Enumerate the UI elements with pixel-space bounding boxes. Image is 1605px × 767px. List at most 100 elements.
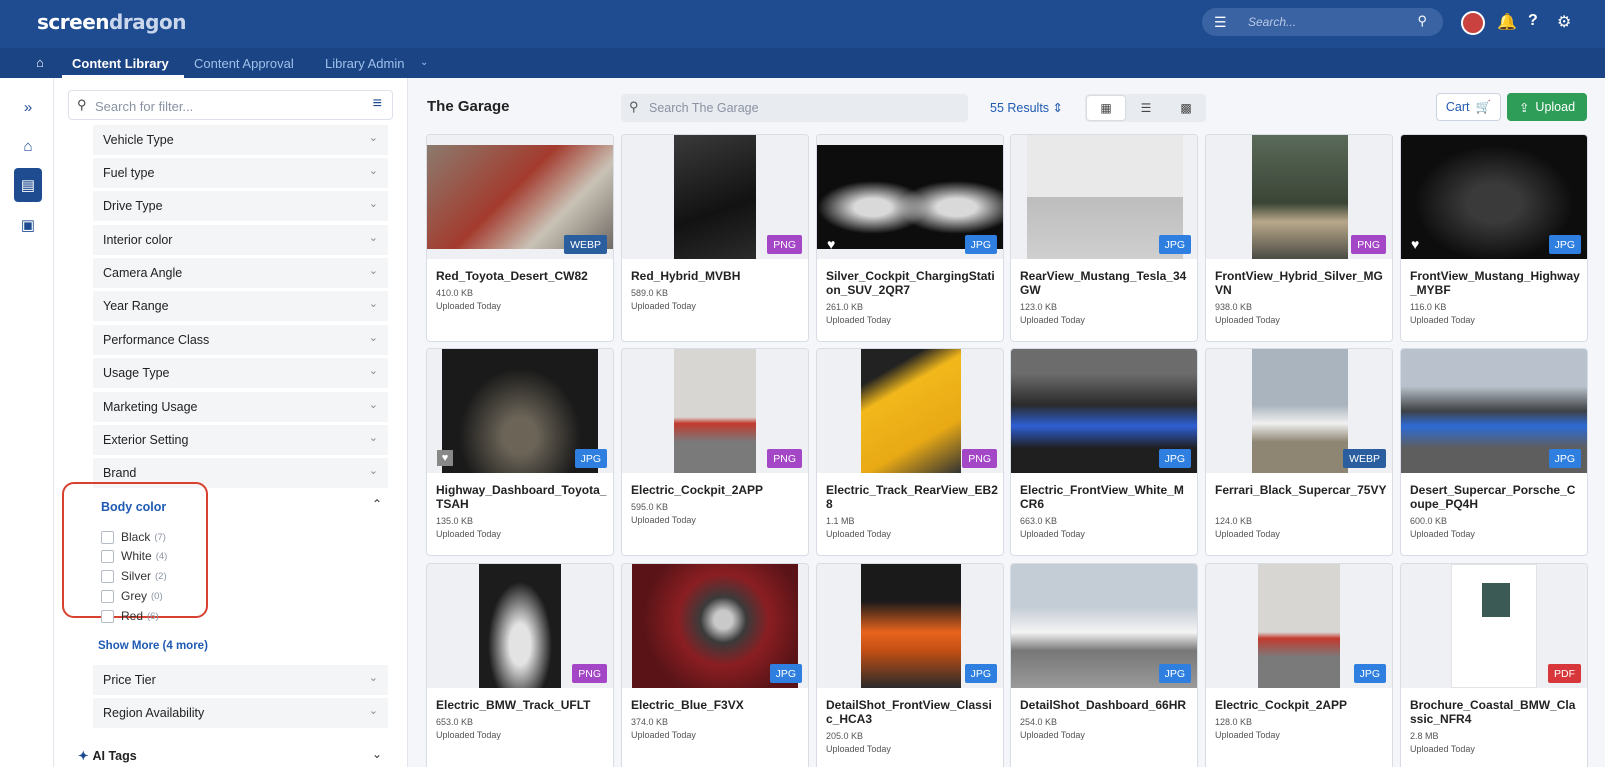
filter-group-label: Marketing Usage [103, 400, 198, 414]
checkbox[interactable] [101, 530, 114, 544]
filter-option[interactable]: Grey (0) [101, 588, 163, 604]
asset-card[interactable]: JPG RearView_Mustang_Tesla_34GW 123.0 KB… [1010, 134, 1198, 342]
filter-group[interactable]: Region Availability ⌄ [93, 698, 388, 728]
filter-group[interactable]: Exterior Setting ⌄ [93, 425, 388, 455]
asset-title[interactable]: FrontView_Hybrid_Silver_MGVN [1215, 269, 1387, 297]
asset-size: 254.0 KB [1020, 717, 1058, 727]
results-sort-toggle[interactable]: 55 Results ⇕ [990, 100, 1063, 115]
asset-card[interactable]: JPG DetailShot_FrontView_Classic_HCA3 20… [816, 563, 1004, 767]
home-icon[interactable]: ⌂ [36, 55, 44, 70]
grid-view-icon[interactable]: ▦ [1087, 96, 1125, 120]
tab-library-admin[interactable]: Library Admin [325, 56, 404, 71]
filter-option[interactable]: Red (6) [101, 608, 159, 624]
asset-title[interactable]: Electric_Cockpit_2APP [1215, 698, 1387, 712]
asset-card[interactable]: JPG Electric_Cockpit_2APP 128.0 KB Uploa… [1205, 563, 1393, 767]
option-label: Red [121, 609, 144, 623]
asset-title[interactable]: DetailShot_Dashboard_66HR [1020, 698, 1192, 712]
filter-group[interactable]: Marketing Usage ⌄ [93, 392, 388, 422]
asset-title[interactable]: Electric_FrontView_White_MCR6 [1020, 483, 1192, 511]
chevron-up-icon[interactable]: ⌃ [372, 497, 382, 511]
expand-icon[interactable]: » [15, 94, 41, 120]
show-more-link[interactable]: Show More (4 more) [98, 640, 208, 652]
chevron-down-icon[interactable]: ⌄ [372, 747, 382, 761]
garage-search-placeholder[interactable]: Search The Garage [649, 101, 759, 115]
heart-icon[interactable]: ♥ [1411, 236, 1419, 252]
filter-group[interactable]: Interior color ⌄ [93, 225, 388, 255]
tab-content-library[interactable]: Content Library [72, 56, 169, 71]
filter-group[interactable]: Price Tier ⌄ [93, 665, 388, 695]
filter-group[interactable]: Performance Class ⌄ [93, 325, 388, 355]
global-search[interactable]: ☰ Search... ⚲ [1202, 8, 1443, 36]
checkbox[interactable] [101, 609, 114, 623]
filter-list-icon[interactable]: ≡ [373, 95, 382, 113]
chevron-down-icon[interactable]: ⌄ [420, 57, 428, 68]
asset-title[interactable]: Electric_Blue_F3VX [631, 698, 803, 712]
chevron-down-icon: ⌄ [368, 705, 378, 717]
asset-title[interactable]: Desert_Supercar_Porsche_Coupe_PQ4H [1410, 483, 1582, 511]
checkbox[interactable] [101, 549, 114, 563]
asset-title[interactable]: DetailShot_FrontView_Classic_HCA3 [826, 698, 998, 726]
filter-group[interactable]: Fuel type ⌄ [93, 158, 388, 188]
asset-card[interactable]: WEBP Red_Toyota_Desert_CW82 410.0 KB Upl… [426, 134, 614, 342]
asset-card[interactable]: PNG Red_Hybrid_MVBH 589.0 KB Uploaded To… [621, 134, 809, 342]
filter-group[interactable]: Usage Type ⌄ [93, 358, 388, 388]
filter-group[interactable]: Vehicle Type ⌄ [93, 125, 388, 155]
asset-title[interactable]: Electric_BMW_Track_UFLT [436, 698, 608, 712]
gear-icon[interactable]: ⚙ [1557, 12, 1571, 32]
menu-icon[interactable]: ☰ [1214, 14, 1227, 31]
list-view-icon[interactable]: ☰ [1127, 96, 1165, 120]
tab-content-approval[interactable]: Content Approval [194, 56, 294, 71]
asset-title[interactable]: Brochure_Coastal_BMW_Classic_NFR4 [1410, 698, 1582, 726]
asset-card[interactable]: PNG Electric_Cockpit_2APP 595.0 KB Uploa… [621, 348, 809, 556]
asset-card[interactable]: JPG Electric_Blue_F3VX 374.0 KB Uploaded… [621, 563, 809, 767]
filter-option[interactable]: White (4) [101, 548, 167, 564]
cart-button[interactable]: Cart 🛒 [1436, 93, 1501, 121]
asset-title[interactable]: Ferrari_Black_Supercar_75VY [1215, 483, 1387, 497]
bell-icon[interactable]: 🔔 [1497, 12, 1517, 32]
asset-title[interactable]: Red_Toyota_Desert_CW82 [436, 269, 608, 283]
upload-button[interactable]: ⇪ Upload [1507, 93, 1587, 121]
asset-title[interactable]: Silver_Cockpit_ChargingStation_SUV_2QR7 [826, 269, 998, 297]
asset-title[interactable]: Highway_Dashboard_Toyota_TSAH [436, 483, 608, 511]
filter-group[interactable]: Year Range ⌄ [93, 291, 388, 321]
tile-view-icon[interactable]: ▩ [1167, 96, 1205, 120]
ai-tags-section[interactable]: ✦ AI Tags [78, 748, 137, 763]
asset-title[interactable]: Red_Hybrid_MVBH [631, 269, 803, 283]
filter-group[interactable]: Drive Type ⌄ [93, 191, 388, 221]
asset-card[interactable]: ♥ JPG FrontView_Mustang_Highway_MYBF 116… [1400, 134, 1588, 342]
asset-card[interactable]: PNG Electric_BMW_Track_UFLT 653.0 KB Upl… [426, 563, 614, 767]
asset-title[interactable]: RearView_Mustang_Tesla_34GW [1020, 269, 1192, 297]
chevron-down-icon: ⌄ [368, 298, 378, 310]
filter-group[interactable]: Camera Angle ⌄ [93, 258, 388, 288]
garage-search-input[interactable]: ⚲ Search The Garage [621, 94, 968, 122]
library-icon[interactable]: ▤ [14, 168, 42, 202]
search-icon[interactable]: ⚲ [1417, 13, 1427, 29]
heart-icon[interactable]: ♥ [437, 450, 453, 466]
global-search-placeholder[interactable]: Search... [1248, 15, 1296, 29]
help-icon[interactable]: ? [1528, 12, 1538, 30]
asset-card[interactable]: ♥ JPG Silver_Cockpit_ChargingStation_SUV… [816, 134, 1004, 342]
filter-option[interactable]: Silver (2) [101, 568, 167, 584]
asset-title[interactable]: FrontView_Mustang_Highway_MYBF [1410, 269, 1582, 297]
asset-card[interactable]: PDF Brochure_Coastal_BMW_Classic_NFR4 2.… [1400, 563, 1588, 767]
asset-card[interactable]: PNG FrontView_Hybrid_Silver_MGVN 938.0 K… [1205, 134, 1393, 342]
filter-search-placeholder[interactable]: Search for filter... [95, 99, 193, 114]
search-icon: ⚲ [629, 99, 639, 114]
asset-card[interactable]: PNG Electric_Track_RearView_EB28 1.1 MB … [816, 348, 1004, 556]
avatar[interactable] [1461, 11, 1485, 35]
asset-card[interactable]: JPG Desert_Supercar_Porsche_Coupe_PQ4H 6… [1400, 348, 1588, 556]
checkbox[interactable] [101, 569, 114, 583]
checkbox[interactable] [101, 589, 114, 603]
home-icon[interactable]: ⌂ [15, 133, 41, 159]
asset-card[interactable]: JPG DetailShot_Dashboard_66HR 254.0 KB U… [1010, 563, 1198, 767]
asset-card[interactable]: JPG Electric_FrontView_White_MCR6 663.0 … [1010, 348, 1198, 556]
bookmark-icon[interactable]: ▣ [15, 212, 41, 238]
heart-icon[interactable]: ♥ [827, 236, 835, 252]
filter-option[interactable]: Black (7) [101, 529, 166, 545]
asset-card[interactable]: ♥ JPG Highway_Dashboard_Toyota_TSAH 135.… [426, 348, 614, 556]
asset-title[interactable]: Electric_Track_RearView_EB28 [826, 483, 998, 511]
logo[interactable]: screendragon [37, 10, 186, 34]
asset-title[interactable]: Electric_Cockpit_2APP [631, 483, 803, 497]
filter-search-input[interactable]: ⚲ Search for filter... ≡ [68, 90, 393, 120]
asset-card[interactable]: WEBP Ferrari_Black_Supercar_75VY 124.0 K… [1205, 348, 1393, 556]
